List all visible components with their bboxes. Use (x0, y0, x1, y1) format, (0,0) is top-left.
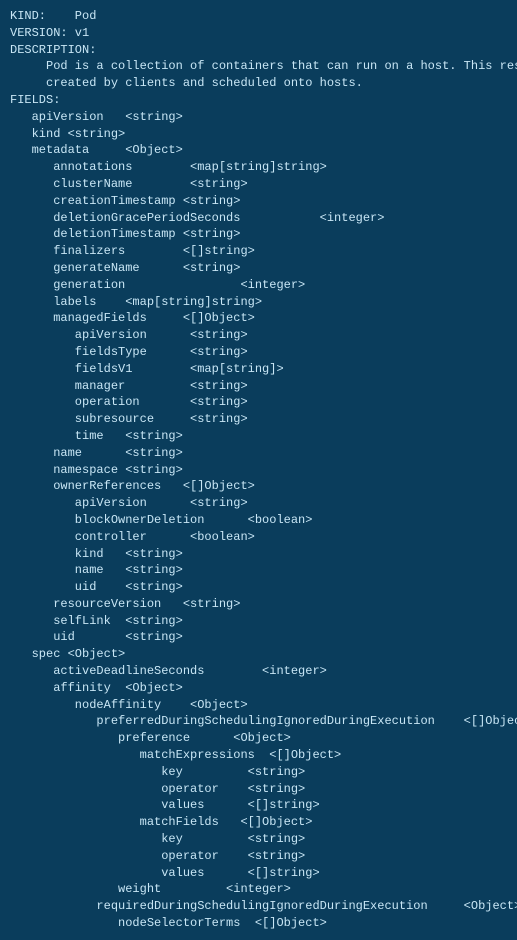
terminal-line: operation <string> (10, 394, 507, 411)
terminal-line: controller <boolean> (10, 529, 507, 546)
terminal-line: FIELDS: (10, 92, 507, 109)
terminal-line: name <string> (10, 562, 507, 579)
terminal-line: generateName <string> (10, 260, 507, 277)
terminal-line: time <string> (10, 428, 507, 445)
terminal-line: matchFields <[]Object> (10, 814, 507, 831)
terminal-line: subresource <string> (10, 411, 507, 428)
terminal-line: deletionGracePeriodSeconds <integer> (10, 210, 507, 227)
terminal-line: affinity <Object> (10, 680, 507, 697)
terminal-line: annotations <map[string]string> (10, 159, 507, 176)
terminal-line: name <string> (10, 445, 507, 462)
terminal-line: resourceVersion <string> (10, 596, 507, 613)
terminal-line: values <[]string> (10, 797, 507, 814)
terminal-line: requiredDuringSchedulingIgnoredDuringExe… (10, 898, 507, 915)
terminal-line: creationTimestamp <string> (10, 193, 507, 210)
terminal-line: ownerReferences <[]Object> (10, 478, 507, 495)
terminal-line: metadata <Object> (10, 142, 507, 159)
terminal-line: nodeAffinity <Object> (10, 697, 507, 714)
terminal-line: fieldsV1 <map[string]> (10, 361, 507, 378)
terminal-line: finalizers <[]string> (10, 243, 507, 260)
terminal-line: apiVersion <string> (10, 495, 507, 512)
terminal-line: operator <string> (10, 781, 507, 798)
terminal-line: DESCRIPTION: (10, 42, 507, 59)
terminal-line: labels <map[string]string> (10, 294, 507, 311)
terminal-line: key <string> (10, 764, 507, 781)
terminal-line: clusterName <string> (10, 176, 507, 193)
terminal-line: preferredDuringSchedulingIgnoredDuringEx… (10, 713, 507, 730)
terminal-line: KIND: Pod (10, 8, 507, 25)
terminal-line: operator <string> (10, 848, 507, 865)
terminal-line: matchExpressions <[]Object> (10, 747, 507, 764)
terminal-line: kind <string> (10, 126, 507, 143)
terminal-line: spec <Object> (10, 646, 507, 663)
terminal-line: selfLink <string> (10, 613, 507, 630)
terminal-line: key <string> (10, 831, 507, 848)
terminal-line: values <[]string> (10, 865, 507, 882)
terminal-line: uid <string> (10, 579, 507, 596)
terminal-line: kind <string> (10, 546, 507, 563)
terminal-line: apiVersion <string> (10, 109, 507, 126)
terminal-line: VERSION: v1 (10, 25, 507, 42)
terminal-line: nodeSelectorTerms <[]Object> (10, 915, 507, 932)
terminal-line: apiVersion <string> (10, 327, 507, 344)
terminal-line: Pod is a collection of containers that c… (10, 58, 507, 75)
terminal-line: generation <integer> (10, 277, 507, 294)
terminal-line: deletionTimestamp <string> (10, 226, 507, 243)
terminal-line: uid <string> (10, 629, 507, 646)
terminal-line: blockOwnerDeletion <boolean> (10, 512, 507, 529)
terminal-line: namespace <string> (10, 462, 507, 479)
terminal-line: weight <integer> (10, 881, 507, 898)
terminal-line: activeDeadlineSeconds <integer> (10, 663, 507, 680)
terminal-line: manager <string> (10, 378, 507, 395)
terminal-line: created by clients and scheduled onto ho… (10, 75, 507, 92)
terminal-content: KIND: PodVERSION: v1DESCRIPTION: Pod is … (10, 8, 507, 932)
terminal-line: fieldsType <string> (10, 344, 507, 361)
terminal-line: managedFields <[]Object> (10, 310, 507, 327)
terminal-line: preference <Object> (10, 730, 507, 747)
